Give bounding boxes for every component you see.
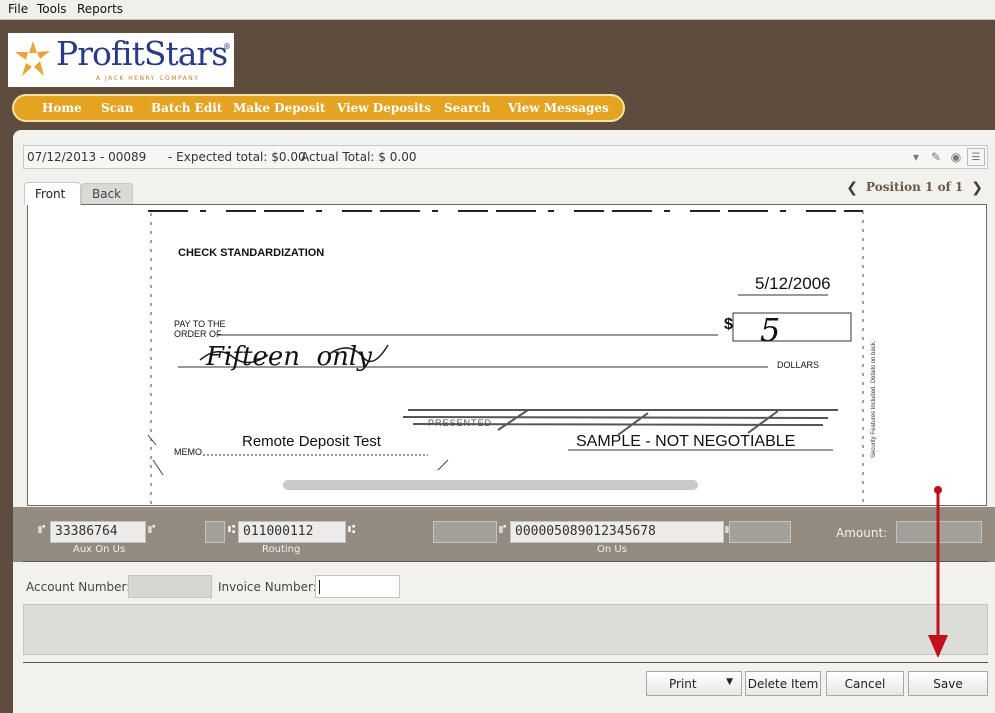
security-side-text: Security Features Included. Details on b…: [871, 340, 877, 458]
routing-prefix-field[interactable]: [205, 521, 225, 543]
transit-symbol-left: ⑆: [228, 522, 236, 536]
nav-home[interactable]: Home: [42, 101, 82, 115]
list-icon[interactable]: ☰: [967, 148, 985, 166]
check-heading: CHECK STANDARDIZATION: [178, 247, 325, 259]
onus-symbol-right: ⑈: [148, 522, 156, 536]
onus-symbol-mid: ⑈: [499, 522, 507, 536]
text-caret: [319, 580, 320, 594]
star-logo-icon: [15, 41, 50, 76]
batch-info-bar: 07/12/2013 - 00089 - Expected total: $0.…: [23, 145, 988, 169]
main-nav: Home Scan Batch Edit Make Deposit View D…: [12, 94, 625, 122]
onus-symbol-left: ⑈: [38, 522, 46, 536]
invoice-number-field[interactable]: [315, 575, 400, 598]
check-drawing: [147, 210, 864, 505]
print-label: Print: [669, 676, 697, 691]
print-button[interactable]: Print ▼: [646, 671, 742, 696]
on-us-prefix-field[interactable]: [433, 521, 497, 543]
annotation-arrow-icon: [928, 486, 948, 658]
dropdown-icon[interactable]: ▾: [907, 148, 925, 166]
pay-to-label-1: PAY TO THE: [174, 319, 226, 329]
sample-notice: SAMPLE - NOT NEGOTIABLE: [576, 433, 796, 450]
routing-caption: Routing: [262, 544, 301, 555]
notes-area: [23, 604, 988, 655]
actual-total: Actual Total: $ 0.00: [301, 150, 417, 164]
tab-back[interactable]: Back: [81, 183, 133, 204]
delete-item-button[interactable]: Delete Item: [745, 671, 821, 696]
account-number-field[interactable]: [128, 575, 212, 598]
cancel-button[interactable]: Cancel: [826, 671, 904, 696]
presented-stamp: PRESENTED: [428, 418, 493, 428]
handwritten-amount: 5: [760, 311, 781, 349]
dollars-label: DOLLARS: [777, 360, 820, 370]
brand-tagline: A JACK HENRY COMPANY: [96, 75, 200, 82]
account-number-label: Account Number:: [26, 580, 131, 594]
memo-text: Remote Deposit Test: [242, 433, 381, 450]
memo-label: MEMO: [174, 447, 202, 457]
nav-search[interactable]: Search: [444, 101, 490, 115]
transit-symbol-right: ⑆: [348, 522, 356, 536]
pencil-icon[interactable]: ✎: [927, 148, 945, 166]
nav-batch-edit[interactable]: Batch Edit: [151, 101, 222, 115]
expected-total: - Expected total: $0.00: [168, 150, 306, 164]
nav-make-deposit[interactable]: Make Deposit: [233, 101, 325, 115]
profitstars-logo: ProfitStars ® A JACK HENRY COMPANY: [8, 33, 234, 87]
menu-tools[interactable]: Tools: [37, 2, 67, 16]
routing-field[interactable]: 011000112: [238, 521, 346, 543]
amount-label: Amount:: [836, 526, 888, 540]
batch-tools: ▾ ✎ ◉ ☰: [907, 148, 985, 166]
dollar-sign: $: [724, 316, 733, 333]
aux-on-us-caption: Aux On Us: [73, 544, 126, 555]
check-date: 5/12/2006: [755, 274, 831, 293]
check-image: CHECK STANDARDIZATION 5/12/2006 PAY TO T…: [27, 204, 987, 506]
menu-reports[interactable]: Reports: [77, 2, 123, 16]
written-amount: Fifteen only: [206, 342, 372, 372]
nav-view-messages[interactable]: View Messages: [508, 101, 609, 115]
next-item-icon[interactable]: ❯: [971, 180, 983, 196]
batch-id: 07/12/2013 - 00089: [27, 150, 147, 164]
on-us-caption: On Us: [597, 544, 627, 555]
nav-view-deposits[interactable]: View Deposits: [337, 101, 431, 115]
nav-scan[interactable]: Scan: [101, 101, 133, 115]
tab-front[interactable]: Front: [24, 182, 81, 205]
aux-on-us-field[interactable]: 33386764: [50, 521, 146, 543]
eye-icon[interactable]: ◉: [947, 148, 965, 166]
menu-bar: File Tools Reports: [0, 0, 995, 20]
prev-item-icon[interactable]: ❮: [846, 180, 858, 196]
divider: [23, 561, 988, 562]
on-us-suffix-field[interactable]: [729, 521, 791, 543]
on-us-field[interactable]: 000005089012345678: [510, 521, 724, 543]
brand-name: ProfitStars: [56, 34, 228, 73]
chevron-down-icon[interactable]: ▼: [726, 677, 733, 687]
menu-file[interactable]: File: [8, 2, 28, 16]
divider-bottom: [23, 662, 988, 663]
invoice-number-label: Invoice Number:: [218, 580, 317, 594]
registered-mark: ®: [223, 42, 231, 51]
position-label: Position 1 of 1: [866, 180, 964, 194]
save-button[interactable]: Save: [908, 671, 988, 696]
position-nav: ❮ Position 1 of 1 ❯: [846, 180, 983, 196]
pay-to-label-2: ORDER OF: [174, 329, 222, 339]
